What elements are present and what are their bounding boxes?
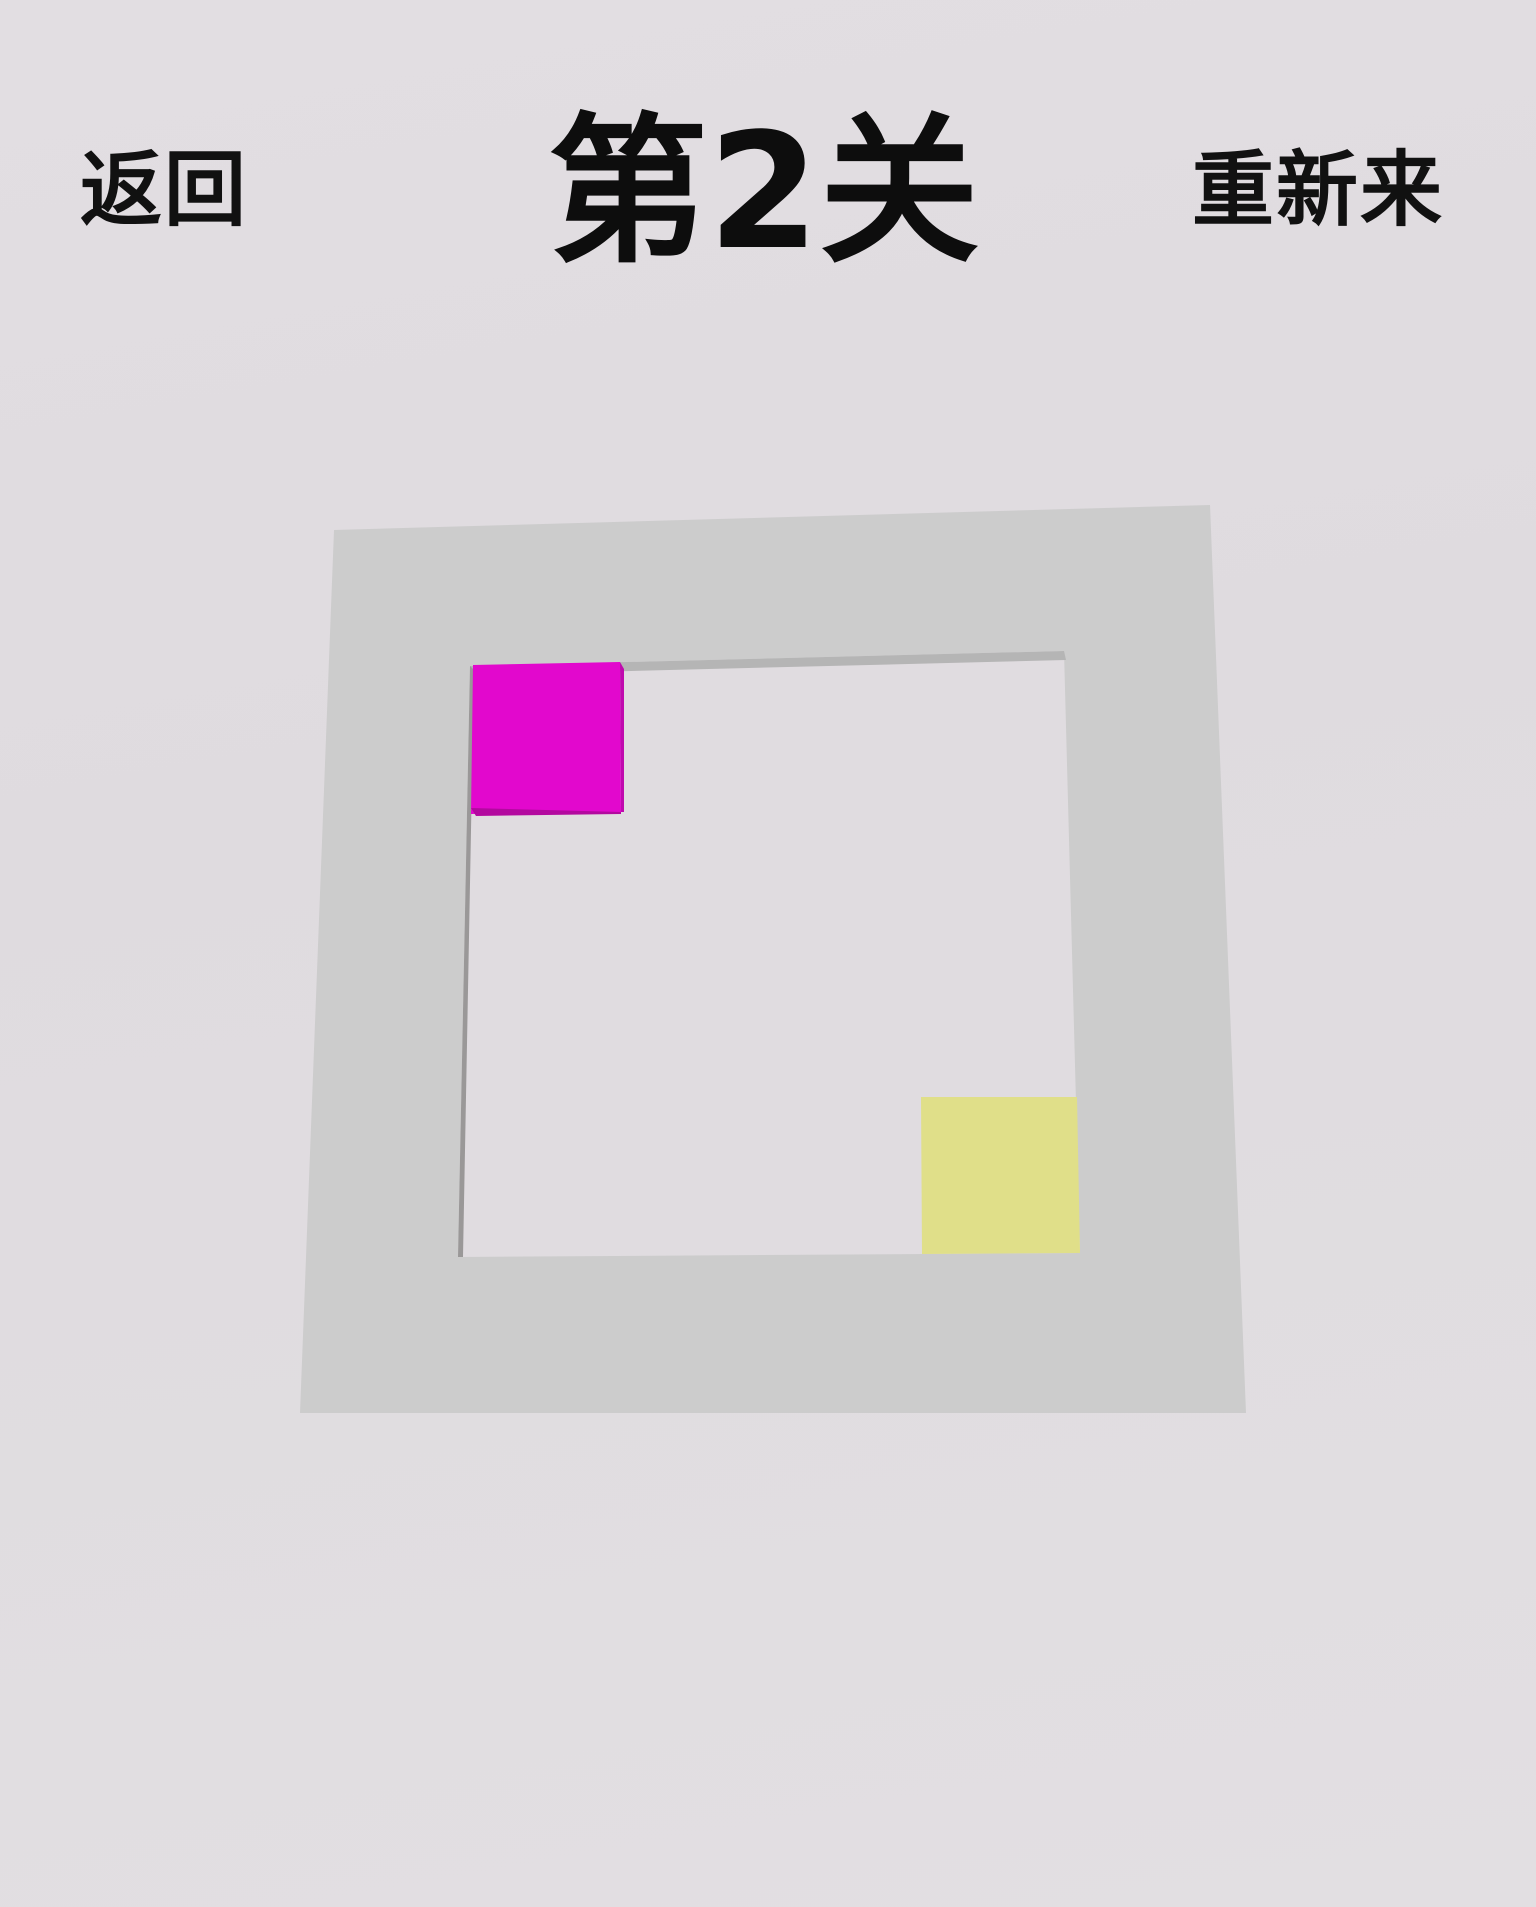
game-screen: 返回 第2关 重新来 bbox=[0, 0, 1536, 1907]
player-tile[interactable] bbox=[471, 662, 621, 814]
goal-tile[interactable] bbox=[921, 1097, 1080, 1254]
game-board bbox=[300, 505, 1246, 1413]
